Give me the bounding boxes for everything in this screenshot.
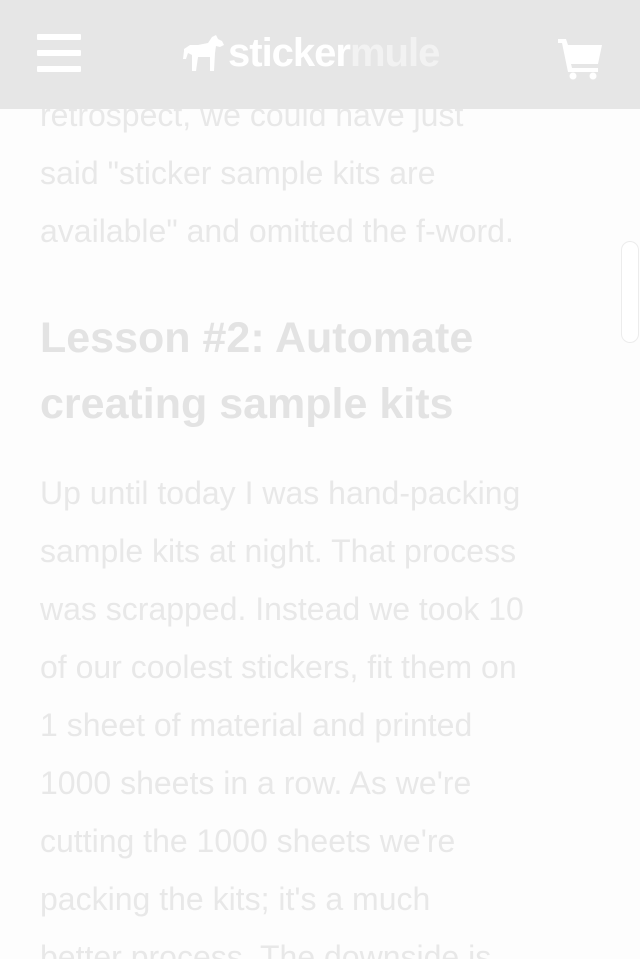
paragraph-line: was scrapped. Instead we took 10 — [40, 591, 524, 627]
logo-text-mule: mule — [349, 31, 440, 75]
heading-line: creating sample kits — [40, 380, 454, 428]
article-paragraph: Up until today I was hand-packing sample… — [40, 464, 610, 959]
paragraph-line: available" and omitted the f-word. — [40, 213, 514, 249]
hamburger-icon-bar — [37, 66, 81, 72]
logo-wordmark: stickermule — [228, 28, 440, 78]
top-navigation-bar: stickermule — [0, 0, 640, 109]
paragraph-line: 1000 sheets in a row. As we're — [40, 765, 472, 801]
logo-home-link[interactable]: stickermule — [180, 28, 440, 78]
page: retrospect, we could have just said "sti… — [0, 0, 640, 959]
paragraph-line: Up until today I was hand-packing — [40, 475, 521, 511]
hamburger-icon-bar — [37, 50, 81, 56]
paragraph-line: packing the kits; it's a much — [40, 881, 431, 917]
section-heading: Lesson #2: Automate creating sample kits — [40, 305, 600, 437]
menu-button[interactable] — [37, 34, 81, 72]
heading-line: Lesson #2: Automate — [40, 314, 474, 362]
paragraph-line: of our coolest stickers, fit them on — [40, 649, 517, 685]
cart-icon[interactable] — [556, 36, 604, 80]
paragraph-line: better process. The downside is — [40, 939, 492, 959]
hamburger-icon — [37, 34, 81, 40]
logo-text-sticker: sticker — [228, 31, 351, 75]
mule-icon — [183, 35, 224, 71]
article-paragraph: retrospect, we could have just said "sti… — [40, 86, 610, 260]
scrollbar-thumb[interactable] — [621, 241, 639, 343]
paragraph-line: 1 sheet of material and printed — [40, 707, 473, 743]
paragraph-line: said "sticker sample kits are — [40, 155, 436, 191]
paragraph-line: cutting the 1000 sheets we're — [40, 823, 456, 859]
paragraph-line: sample kits at night. That process — [40, 533, 517, 569]
